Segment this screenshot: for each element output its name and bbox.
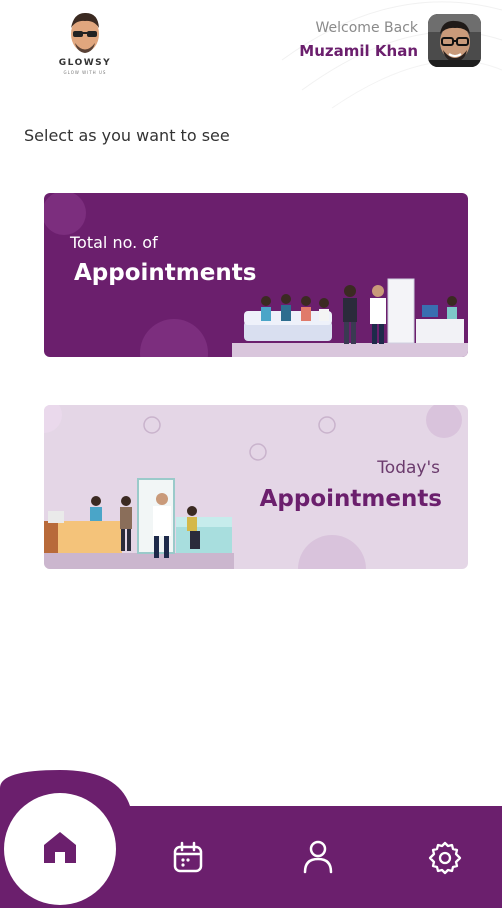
avatar-photo <box>428 14 481 67</box>
welcome-text: Welcome Back <box>315 20 418 36</box>
header: GLOWSY GLOW WITH US Welcome Back Muzamil… <box>0 0 502 110</box>
nav-home-button[interactable] <box>4 793 116 905</box>
calendar-icon <box>173 841 203 873</box>
logo-face-icon <box>71 12 99 53</box>
brand-name: GLOWSY <box>58 58 112 68</box>
brand-logo: GLOWSY GLOW WITH US <box>52 10 118 75</box>
today-appointments-card[interactable]: Today's Appointments <box>44 405 468 569</box>
card-total-subtitle: Total no. of <box>70 233 158 252</box>
home-icon <box>44 832 76 863</box>
brand-tagline: GLOW WITH US <box>63 70 107 75</box>
card-total-title: Appointments <box>74 260 257 286</box>
card-today-title: Appointments <box>259 486 442 512</box>
settings-icon <box>428 841 462 875</box>
card-today-subtitle: Today's <box>377 458 440 478</box>
section-prompt: Select as you want to see <box>24 126 230 145</box>
user-icon <box>303 840 333 874</box>
nav-settings-button[interactable] <box>425 838 465 878</box>
nav-calendar-button[interactable] <box>168 838 208 878</box>
nav-profile-button[interactable] <box>298 836 338 876</box>
user-name: Muzamil Khan <box>299 42 418 60</box>
avatar[interactable] <box>428 14 481 67</box>
total-appointments-card[interactable]: Total no. of Appointments <box>44 193 468 357</box>
